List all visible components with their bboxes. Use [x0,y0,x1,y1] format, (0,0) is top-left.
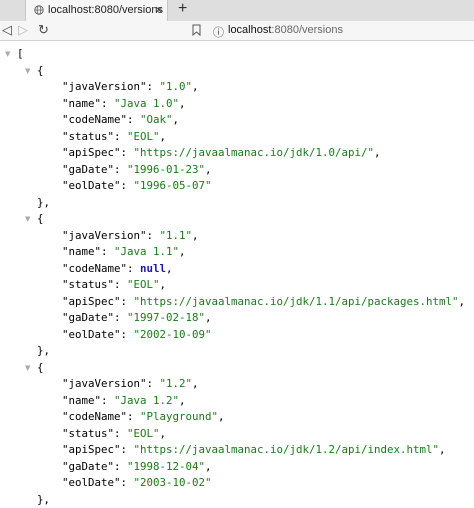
reload-icon[interactable]: ↻ [38,22,49,38]
json-key: "name" [62,393,102,407]
json-value: "https://javaalmanac.io/jdk/1.1/api/pack… [133,294,459,308]
json-key: "codeName" [62,261,128,275]
json-value: "1.1" [159,228,193,242]
object-close-brace: }, [37,344,51,357]
json-property: "status": "EOL", [62,278,167,291]
back-icon[interactable]: ◁ [2,22,12,38]
json-key: "gaDate" [62,162,115,176]
json-key: "status" [62,426,115,440]
json-key: "eolDate" [62,179,121,192]
json-key: "eolDate" [62,327,121,341]
collapse-object-toggle[interactable]: ▼ [25,215,30,223]
json-key: "javaVersion" [62,377,147,390]
json-property: "gaDate": "1996-01-23", [62,162,212,176]
json-value: "1.2" [159,377,193,390]
json-property: "javaVersion": "1.2", [62,377,199,390]
json-property: "codeName": "Playground", [62,410,225,423]
close-tab-icon[interactable]: × [155,2,163,17]
json-key: "javaVersion" [62,228,147,242]
json-value: "https://javaalmanac.io/jdk/1.2/api/inde… [133,443,440,456]
json-property: "gaDate": "1997-02-18", [62,311,212,324]
json-key: "name" [62,96,102,110]
json-property: "name": "Java 1.0", [62,96,186,110]
browser-tab[interactable]: localhost:8080/versions × [25,0,168,21]
json-value: "EOL" [127,129,160,143]
json-key: "codeName" [62,410,128,423]
globe-icon [34,5,44,15]
json-property: "apiSpec": "https://javaalmanac.io/jdk/1… [62,443,446,456]
json-key: "apiSpec" [62,443,121,456]
json-value: "1998-12-04" [127,459,206,473]
json-key: "javaVersion" [62,80,147,93]
tab-title: localhost:8080/versions [48,4,163,16]
object-open-brace: { [37,63,44,77]
json-property: "name": "Java 1.2", [62,393,186,407]
address-bar: ◁ ▷ ↻ ⓘ localhost:8080/versions [0,21,474,41]
json-value: "Java 1.0" [114,96,180,110]
url-path: :8080/versions [271,24,343,36]
object-open-brace: { [37,212,44,225]
json-value: "Oak" [140,113,173,126]
json-value: "2003-10-02" [133,476,212,489]
json-key: "eolDate" [62,476,121,489]
json-value: "Java 1.1" [114,245,180,258]
collapse-array-toggle[interactable]: ▼ [5,50,10,58]
json-property: "eolDate": "1996-05-07" [62,179,212,192]
json-value: "1.0" [159,80,193,93]
json-value: "Java 1.2" [114,393,180,407]
collapse-object-toggle[interactable]: ▼ [25,67,30,75]
forward-icon[interactable]: ▷ [18,22,28,38]
json-property: "apiSpec": "https://javaalmanac.io/jdk/1… [62,294,466,308]
object-close-brace: }, [37,195,51,209]
json-property: "codeName": null, [62,261,173,275]
bookmark-icon[interactable] [192,24,201,36]
collapse-object-toggle[interactable]: ▼ [25,364,30,372]
json-property: "apiSpec": "https://javaalmanac.io/jdk/1… [62,146,381,159]
json-property: "eolDate": "2002-10-09" [62,327,212,341]
url-field[interactable]: localhost:8080/versions [228,24,343,36]
json-value: null [140,261,167,275]
json-property: "eolDate": "2003-10-02" [62,476,212,489]
json-key: "name" [62,245,102,258]
json-key: "gaDate" [62,459,115,473]
json-value: "Playground" [140,410,219,423]
tab-bar: localhost:8080/versions × + [0,0,474,22]
json-value: "https://javaalmanac.io/jdk/1.0/api/" [133,146,375,159]
json-property: "codeName": "Oak", [62,113,180,126]
json-value: "2002-10-09" [133,327,212,341]
object-close-brace: }, [37,492,51,506]
json-property: "javaVersion": "1.1", [62,228,199,242]
json-property: "status": "EOL", [62,426,167,440]
json-value: "1997-02-18" [127,311,206,324]
json-value: "1996-01-23" [127,162,206,176]
json-value: "EOL" [127,278,160,291]
json-property: "status": "EOL", [62,129,167,143]
json-key: "codeName" [62,113,128,126]
json-property: "javaVersion": "1.0", [62,80,199,93]
site-info-icon[interactable]: ⓘ [213,24,224,40]
json-property: "name": "Java 1.1", [62,245,186,258]
json-key: "status" [62,278,115,291]
json-value: "1996-05-07" [133,179,212,192]
new-tab-button[interactable]: + [178,0,187,18]
json-property: "gaDate": "1998-12-04", [62,459,212,473]
url-host: localhost [228,24,272,36]
json-key: "apiSpec" [62,146,121,159]
json-value: "EOL" [127,426,160,440]
json-key: "apiSpec" [62,294,121,308]
array-open-bracket: [ [17,47,24,60]
object-open-brace: { [37,360,44,374]
json-key: "status" [62,129,115,143]
json-key: "gaDate" [62,311,115,324]
